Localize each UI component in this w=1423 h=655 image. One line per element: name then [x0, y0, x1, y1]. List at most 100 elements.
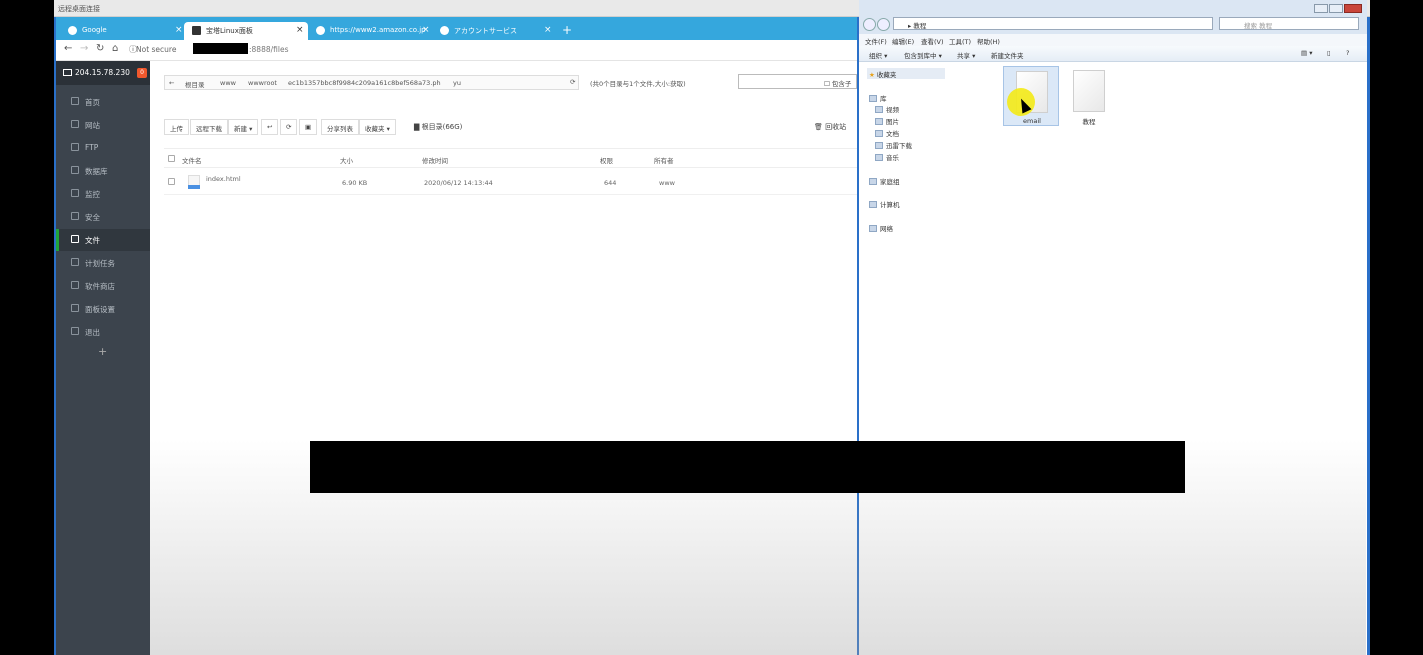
- close-icon[interactable]: ×: [422, 25, 430, 35]
- include-subdir-checkbox[interactable]: ☐ 包含子: [824, 78, 851, 88]
- breadcrumb-item[interactable]: wwwroot: [248, 79, 277, 87]
- nav-music[interactable]: 音乐: [875, 152, 899, 162]
- sidebar-item-cron[interactable]: 计划任务: [56, 252, 150, 274]
- redaction-bar: [310, 441, 1185, 493]
- sidebar-item-settings[interactable]: 面板设置: [56, 298, 150, 320]
- new-dropdown[interactable]: 新建 ▾: [228, 119, 259, 135]
- remote-download-button[interactable]: 远程下载: [190, 119, 228, 135]
- table-header: 文件名 大小 修改时间 权限 所有者: [164, 148, 857, 168]
- sidebar-item-label: 退出: [85, 328, 100, 337]
- sidebar-item-sites[interactable]: 网站: [56, 114, 150, 136]
- organize-button[interactable]: 组织 ▾: [869, 50, 887, 60]
- nav-computer[interactable]: 计算机: [869, 199, 900, 209]
- remote-desktop-window: 远程桌面连接 Google × 宝塔Linux面板 × https://www2…: [54, 0, 1370, 655]
- add-button[interactable]: +: [98, 345, 107, 358]
- sidebar-item-files[interactable]: 文件: [56, 229, 150, 251]
- table-row[interactable]: index.html 6.90 KB 2020/06/12 14:13:44 6…: [164, 169, 857, 195]
- nav-favorites[interactable]: ★ 收藏夹: [869, 69, 896, 79]
- back-icon[interactable]: [863, 18, 876, 31]
- nav-libraries[interactable]: 库: [869, 93, 887, 103]
- preview-pane-icon[interactable]: ▯: [1327, 49, 1331, 57]
- close-icon[interactable]: ×: [296, 25, 304, 35]
- tab-label: 宝塔Linux面板: [206, 27, 253, 35]
- col-size[interactable]: 大小: [340, 155, 353, 165]
- help-icon[interactable]: ?: [1346, 49, 1349, 57]
- tab-google[interactable]: Google ×: [60, 22, 184, 40]
- terminal-button[interactable]: ▣: [299, 119, 318, 135]
- sidebar-item-label: 面板设置: [85, 305, 115, 314]
- breadcrumb-item[interactable]: 根目录: [185, 79, 205, 89]
- upload-button[interactable]: 上传: [164, 119, 189, 135]
- tab-label: Google: [82, 26, 107, 34]
- file-item-tutorial[interactable]: 教程: [1061, 66, 1117, 126]
- new-tab-button[interactable]: +: [562, 23, 572, 37]
- address-text: 教程: [913, 22, 927, 30]
- root-dir-button[interactable]: ▇ 根目录(66G): [414, 122, 462, 132]
- nav-thunder-downloads[interactable]: 迅雷下载: [875, 140, 912, 150]
- forward-icon[interactable]: →: [80, 43, 88, 54]
- maximize-button[interactable]: [1329, 4, 1343, 13]
- back-icon[interactable]: ←: [169, 79, 174, 87]
- menu-tools[interactable]: 工具(T): [949, 36, 971, 46]
- file-label: email: [1023, 117, 1041, 125]
- reload-icon[interactable]: ↻: [96, 43, 104, 54]
- nav-pictures[interactable]: 图片: [875, 116, 899, 126]
- col-mtime[interactable]: 修改时间: [422, 155, 448, 165]
- nav-videos[interactable]: 视频: [875, 104, 899, 114]
- explorer-search-input[interactable]: 搜索 教程: [1219, 17, 1359, 30]
- menu-file[interactable]: 文件(F): [865, 36, 887, 46]
- sidebar-item-security[interactable]: 安全: [56, 206, 150, 228]
- server-ip[interactable]: 204.15.78.230: [56, 61, 150, 85]
- sidebar-item-database[interactable]: 数据库: [56, 160, 150, 182]
- database-icon: [71, 166, 79, 174]
- sidebar-item-monitor[interactable]: 监控: [56, 183, 150, 205]
- nav-homegroup[interactable]: 家庭组: [869, 176, 900, 186]
- menu-edit[interactable]: 编辑(E): [892, 36, 914, 46]
- col-name[interactable]: 文件名: [182, 155, 202, 165]
- menu-view[interactable]: 查看(V): [921, 36, 944, 46]
- sidebar-item-ftp[interactable]: FTP: [56, 137, 150, 159]
- notification-badge[interactable]: 0: [137, 68, 147, 78]
- store-icon: [71, 281, 79, 289]
- explorer-menubar: 文件(F) 编辑(E) 查看(V) 工具(T) 帮助(H): [859, 34, 1367, 46]
- file-name[interactable]: index.html: [206, 175, 241, 183]
- tab-bt-panel[interactable]: 宝塔Linux面板 ×: [184, 22, 308, 40]
- tab-account[interactable]: アカウントサービス ×: [432, 22, 556, 40]
- recycle-bin-button[interactable]: 🗑 回收站: [814, 122, 846, 132]
- minimize-button[interactable]: [1314, 4, 1328, 13]
- back-button[interactable]: ↩: [261, 119, 279, 135]
- search-placeholder: 搜索 教程: [1244, 22, 1273, 30]
- explorer-toolbar: 组织 ▾ 包含到库中 ▾ 共享 ▾ 新建文件夹 ▤ ▾ ▯ ?: [859, 46, 1367, 62]
- forward-icon[interactable]: [877, 18, 890, 31]
- home-icon[interactable]: ⌂: [112, 43, 118, 54]
- tab-amazon[interactable]: https://www2.amazon.co.jp ×: [308, 22, 432, 40]
- select-all-checkbox[interactable]: [168, 155, 175, 162]
- sidebar-item-home[interactable]: 首页: [56, 91, 150, 113]
- breadcrumb-item[interactable]: yu: [453, 79, 461, 87]
- nav-network[interactable]: 网络: [869, 223, 893, 233]
- nav-documents[interactable]: 文档: [875, 128, 899, 138]
- close-icon[interactable]: ×: [544, 25, 552, 35]
- refresh-button[interactable]: ⟳: [280, 119, 298, 135]
- share-list-button[interactable]: 分享列表: [321, 119, 359, 135]
- breadcrumb-item[interactable]: www: [220, 79, 236, 87]
- explorer-address[interactable]: ▸ 教程: [893, 17, 1213, 30]
- new-folder-button[interactable]: 新建文件夹: [991, 50, 1024, 60]
- favorites-dropdown[interactable]: 收藏夹 ▾: [359, 119, 396, 135]
- sidebar-item-label: 计划任务: [85, 259, 115, 268]
- sidebar-item-store[interactable]: 软件商店: [56, 275, 150, 297]
- share-button[interactable]: 共享 ▾: [957, 50, 975, 60]
- refresh-icon[interactable]: ⟳: [570, 78, 575, 86]
- menu-help[interactable]: 帮助(H): [977, 36, 1000, 46]
- close-icon[interactable]: ×: [175, 25, 183, 35]
- back-icon[interactable]: ←: [64, 43, 72, 54]
- row-checkbox[interactable]: [168, 178, 175, 185]
- sidebar-item-logout[interactable]: 退出: [56, 321, 150, 343]
- tab-bar: Google × 宝塔Linux面板 × https://www2.amazon…: [56, 17, 857, 40]
- url-redaction: [193, 43, 248, 54]
- close-button[interactable]: [1344, 4, 1362, 13]
- view-options-icon[interactable]: ▤ ▾: [1301, 49, 1312, 57]
- breadcrumb-item[interactable]: ec1b1357bbc8f9984c209a161c8bef568a73.ph: [288, 79, 441, 87]
- url-text[interactable]: :8888/files: [249, 45, 288, 54]
- include-library-button[interactable]: 包含到库中 ▾: [904, 50, 942, 60]
